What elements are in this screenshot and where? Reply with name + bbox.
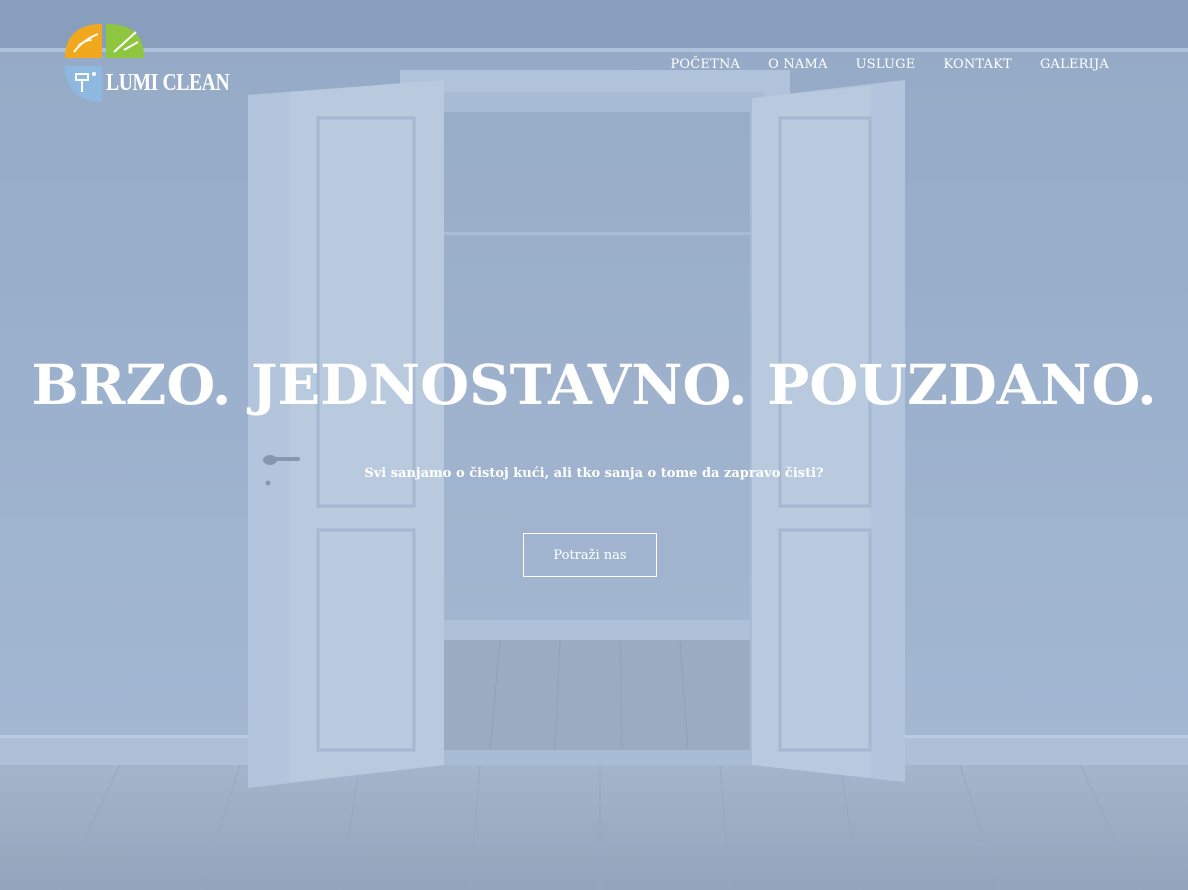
logo-text: LUMI CLEAN xyxy=(106,70,230,96)
hero-subtitle: Svi sanjamo o čistoj kući, ali tko sanja… xyxy=(364,466,824,481)
nav-item-o-nama[interactable]: O NAMA xyxy=(768,57,827,72)
nav-item-galerija[interactable]: GALERIJA xyxy=(1040,57,1109,72)
nav-item-usluge[interactable]: USLUGE xyxy=(856,57,916,72)
hero-section xyxy=(0,0,1188,890)
main-nav: POČETNA O NAMA USLUGE KONTAKT GALERIJA xyxy=(670,57,1109,72)
nav-item-pocetna[interactable]: POČETNA xyxy=(670,57,740,72)
logo[interactable]: LUMI CLEAN xyxy=(62,20,232,106)
contact-us-button[interactable]: Potraži nas xyxy=(523,533,657,577)
hero-overlay xyxy=(0,0,1188,890)
hero-headline: BRZO. JEDNOSTAVNO. POUZDANO. xyxy=(31,352,1157,417)
nav-item-kontakt[interactable]: KONTAKT xyxy=(943,57,1012,72)
